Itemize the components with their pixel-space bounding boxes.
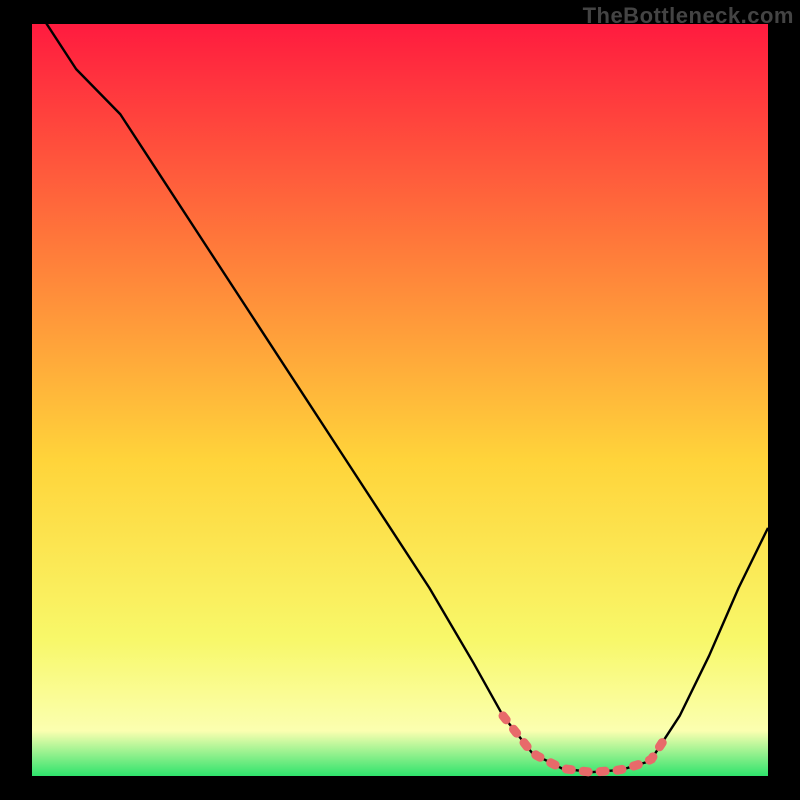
bottleneck-chart <box>0 0 800 800</box>
plot-background <box>32 24 768 776</box>
chart-container: TheBottleneck.com <box>0 0 800 800</box>
watermark-text: TheBottleneck.com <box>583 3 794 29</box>
